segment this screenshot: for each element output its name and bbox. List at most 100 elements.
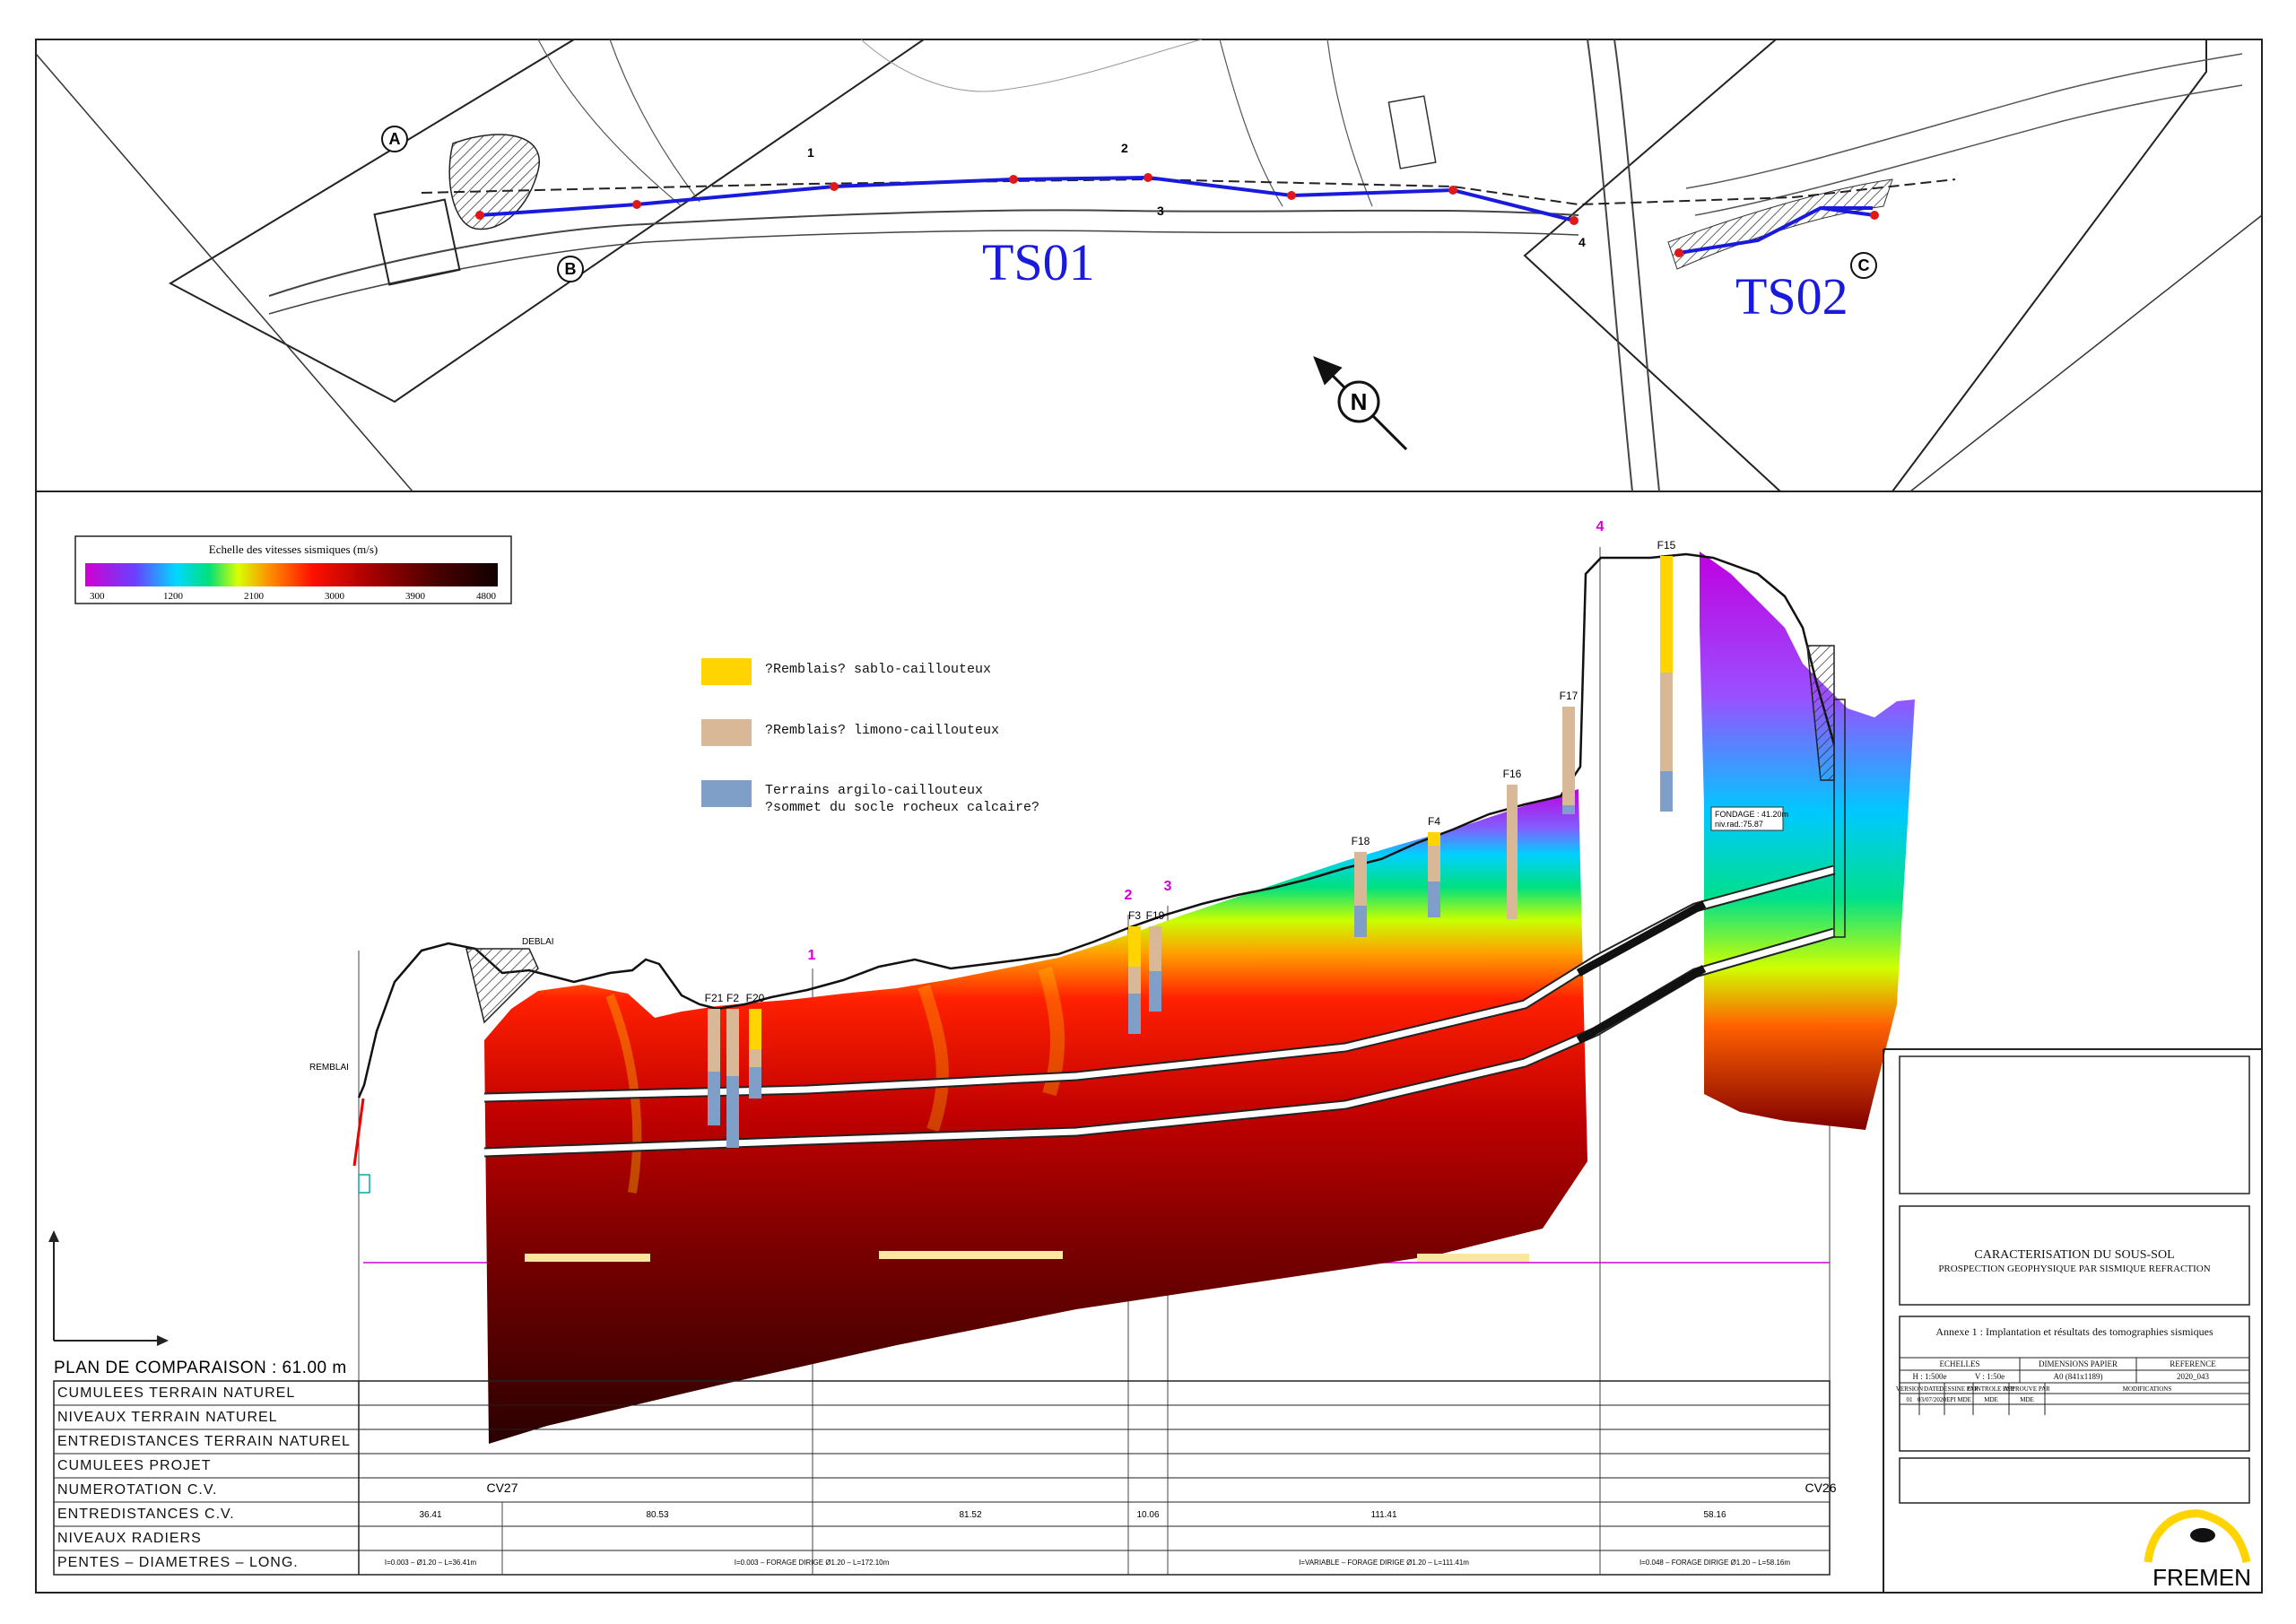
velocity-scale-bar	[85, 563, 498, 586]
borehole-layer	[1562, 707, 1575, 805]
plan-boundary-left	[168, 39, 927, 404]
pipe-description: I=0.003 – FORAGE DIRIGE Ø1.20 – L=172.10…	[735, 1559, 890, 1567]
borehole-layer	[1128, 967, 1141, 994]
cv-distance: 58.16	[1703, 1510, 1726, 1520]
revision-header: DATE	[1924, 1385, 1940, 1393]
geophone-points	[475, 173, 1879, 257]
borehole-layer	[708, 1009, 720, 1072]
revision-value: 03/07/2020	[1918, 1396, 1946, 1403]
borehole-layer	[749, 1009, 761, 1049]
plan-marker-3: 3	[1157, 204, 1164, 218]
pipe-descriptions: I=0.003 – Ø1.20 – L=36.41m I=0.003 – FORA…	[385, 1559, 1791, 1567]
borehole-f3: F3	[1128, 909, 1141, 1034]
tomography-ts02	[1700, 551, 1915, 1130]
ts01-label: TS01	[982, 233, 1095, 291]
section-marker-4: 4	[1596, 519, 1605, 534]
lithology-legend	[701, 658, 752, 807]
fill-marker-box	[358, 1174, 370, 1194]
cv-label-cv27: CV27	[486, 1481, 517, 1495]
velocity-scale-title: Echelle des vitesses sismiques (m/s)	[209, 543, 378, 556]
borehole-layer	[1128, 994, 1141, 1034]
road-edge	[1694, 84, 2243, 216]
borehole-layer	[1354, 852, 1367, 906]
revision-columns: VERSION01DATE03/07/2020DESSINE PAREPI MD…	[1896, 1383, 2171, 1415]
borehole-layer	[1128, 926, 1141, 967]
ts02-label: TS02	[1735, 267, 1848, 326]
geophone-point	[475, 211, 484, 220]
borehole-layer	[1354, 906, 1367, 937]
borehole-layer	[1507, 785, 1518, 919]
paper-header: DIMENSIONS PAPIER	[2039, 1359, 2118, 1368]
signature-box	[1899, 1457, 2250, 1504]
geophone-point	[1287, 191, 1296, 200]
legend-label-limono: ?Remblais? limono-caillouteux	[765, 723, 1000, 738]
borehole-label: F18	[1352, 835, 1370, 847]
geophone-point	[1674, 248, 1683, 257]
revision-value: 01	[1907, 1396, 1914, 1403]
borehole-label: F15	[1657, 539, 1676, 551]
north-letter: N	[1351, 388, 1368, 415]
borehole-layer	[1660, 673, 1673, 771]
borehole-layer	[726, 1009, 739, 1076]
geophone-point	[1448, 186, 1457, 195]
legend-swatch-argilo	[701, 780, 752, 807]
velocity-scale-tick: 3000	[325, 591, 345, 602]
legend-label-argilo: Terrains argilo-caillouteux ?sommet du s…	[765, 783, 1040, 815]
road-edge	[1613, 39, 1660, 492]
scale-h: H : 1:500e	[1912, 1372, 1947, 1381]
seismic-profile-ts01	[479, 175, 1575, 222]
section-marker-2: 2	[1125, 888, 1133, 903]
cv-distances: 36.41 80.53 81.52 10.06 111.41 58.16	[419, 1510, 1726, 1520]
datum-bar	[1417, 1254, 1529, 1262]
revision-value: MDE	[1984, 1396, 1998, 1403]
borehole-layer	[708, 1072, 720, 1125]
velocity-scale-tick: 4800	[476, 591, 497, 602]
borehole-label: F16	[1503, 768, 1522, 780]
plan-view: A B C 1 2 3 4 TS01 TS02 N	[35, 39, 2263, 492]
borehole-label: F20	[746, 992, 765, 1004]
pipe-black-segment	[1576, 900, 1707, 977]
borehole-layer	[1149, 971, 1161, 1012]
borehole-label: F21	[705, 992, 724, 1004]
diagonal-line	[1909, 214, 2263, 492]
geophone-point	[1870, 211, 1879, 220]
borehole-layer	[1428, 846, 1440, 881]
cv-distance: 111.41	[1370, 1510, 1397, 1520]
revision-header: APPROUVE PAR	[2004, 1385, 2050, 1393]
pipe-description: I=VARIABLE – FORAGE DIRIGE Ø1.20 – L=111…	[1299, 1559, 1469, 1567]
section-marker-1: 1	[808, 948, 816, 963]
road-edge	[1685, 53, 2243, 189]
road-edge	[537, 39, 683, 207]
fondage-label: FONDAGE : 41.20m	[1715, 810, 1788, 819]
borehole-layer	[1428, 832, 1440, 846]
profile-row-label: NIVEAUX TERRAIN NATUREL	[57, 1410, 278, 1425]
borehole-f15: F15	[1657, 539, 1676, 812]
profile-row-label: CUMULEES TERRAIN NATUREL	[57, 1385, 296, 1401]
velocity-scale: Echelle des vitesses sismiques (m/s) 300…	[74, 535, 512, 604]
datum-label: PLAN DE COMPARAISON : 61.00 m	[54, 1359, 347, 1377]
building	[1387, 95, 1437, 169]
reference-value: 2020_043	[2177, 1372, 2209, 1381]
axis-arrow	[157, 1335, 169, 1346]
geophone-point	[830, 182, 839, 191]
legend-label-sablo: ?Remblais? sablo-caillouteux	[765, 662, 992, 677]
borehole-label: F4	[1428, 815, 1440, 828]
title-main: CARACTERISATION DU SOUS-SOL	[1974, 1248, 2175, 1262]
plan-marker-2: 2	[1121, 141, 1128, 155]
velocity-scale-tick: 1200	[163, 591, 184, 602]
scale-header: ECHELLES	[1939, 1359, 1980, 1368]
building	[373, 198, 461, 286]
borehole-f2: F2	[726, 992, 739, 1148]
pipe-description: I=0.048 – FORAGE DIRIGE Ø1.20 – L=58.16m	[1639, 1559, 1790, 1567]
legend-swatch-sablo	[701, 658, 752, 685]
revision-value: EPI MDE	[1946, 1396, 1971, 1403]
borehole-layer	[1149, 926, 1161, 971]
plan-marker-1: 1	[807, 145, 814, 160]
title-block-empty-box	[1899, 1055, 2250, 1194]
profile-row-label: PENTES – DIAMETRES – LONG.	[57, 1555, 299, 1570]
deblai-label: DEBLAI	[522, 937, 554, 947]
road-edge	[268, 230, 1579, 315]
borehole-label: F2	[726, 992, 739, 1004]
paper-size: A0 (841x1189)	[2053, 1372, 2103, 1381]
profile-row-label: NIVEAUX RADIERS	[57, 1531, 202, 1546]
